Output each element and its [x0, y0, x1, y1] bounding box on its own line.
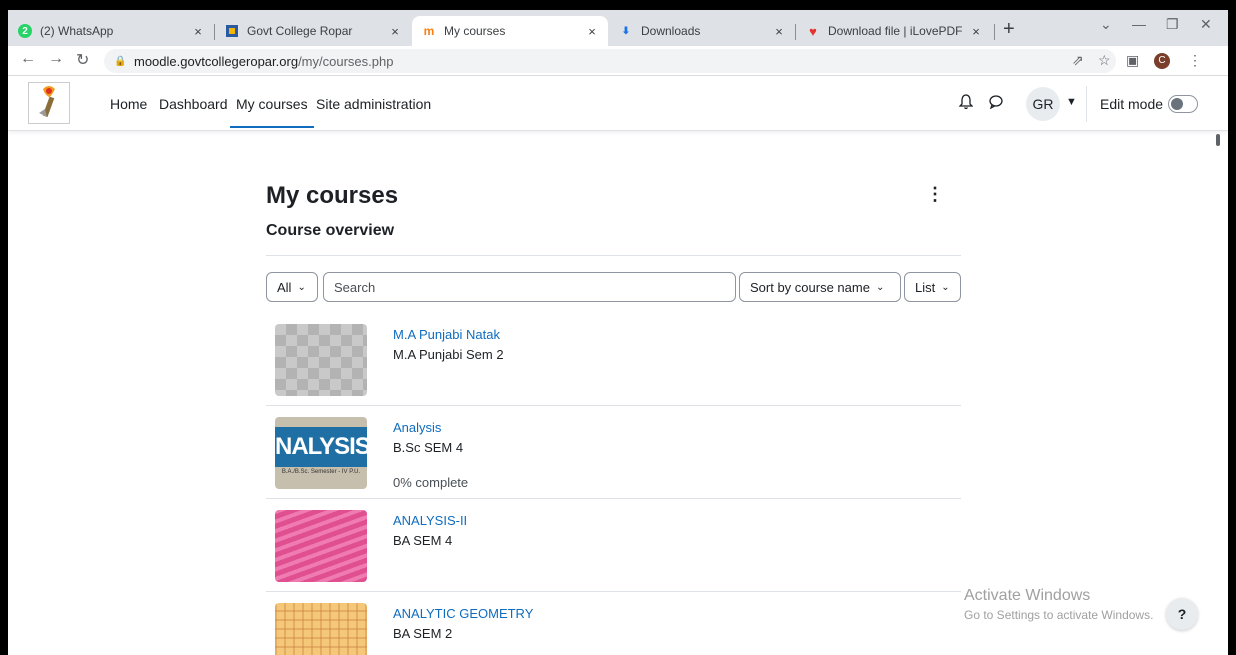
tab-my-courses[interactable]: m My courses × [412, 16, 608, 46]
course-list-item: ANALYSIS-II BA SEM 4 [266, 499, 961, 592]
nav-site-administration[interactable]: Site administration [316, 96, 431, 112]
close-tab-icon[interactable]: × [387, 24, 403, 39]
reload-icon[interactable]: ↻ [76, 50, 89, 70]
page-title: My courses [266, 182, 399, 209]
share-icon[interactable]: ⇗ [1072, 52, 1084, 69]
user-avatar[interactable]: GR [1026, 87, 1060, 121]
course-progress-text: 0% complete [393, 475, 469, 490]
tab-downloads[interactable]: ⬇ Downloads × [609, 16, 795, 46]
nav-dashboard[interactable]: Dashboard [159, 96, 228, 112]
browser-window: 2 (2) WhatsApp × Govt College Ropar × m … [8, 10, 1228, 655]
tab-separator [994, 24, 995, 40]
course-name-link[interactable]: M.A Punjabi Natak [393, 327, 500, 342]
course-list-item: NALYSIS- B.A./B.Sc. Semester - IV P.U. A… [266, 406, 961, 499]
course-image-text: NALYSIS- [275, 427, 367, 467]
close-tab-icon[interactable]: × [190, 24, 206, 39]
url-path: /my/courses.php [298, 53, 394, 69]
course-image-subtext: B.A./B.Sc. Semester - IV P.U. [281, 469, 361, 475]
site-logo[interactable] [28, 82, 70, 124]
profile-avatar[interactable]: C [1154, 53, 1170, 69]
back-arrow-icon[interactable]: ← [20, 50, 36, 68]
course-category: BA SEM 2 [393, 626, 453, 641]
edit-mode-label: Edit mode [1100, 96, 1164, 112]
tab-ilovepdf[interactable]: ♥ Download file | iLovePDF × [796, 16, 992, 46]
address-bar[interactable]: 🔒 moodle.govtcollegeropar.org /my/course… [104, 49, 1116, 73]
course-category: BA SEM 4 [393, 533, 453, 548]
course-image[interactable] [275, 510, 367, 582]
course-search-input[interactable] [323, 272, 736, 302]
lock-icon: 🔒 [114, 55, 127, 67]
activate-windows-title: Activate Windows [964, 587, 1091, 604]
url-host: moodle.govtcollegeropar.org [134, 53, 299, 69]
toggle-knob [1171, 98, 1183, 110]
tab-strip: 2 (2) WhatsApp × Govt College Ropar × m … [8, 10, 1228, 46]
page-scrollbar[interactable] [1216, 134, 1220, 146]
ilovepdf-heart-icon: ♥ [809, 23, 817, 39]
course-list-item: ANALYTIC GEOMETRY BA SEM 2 [266, 592, 961, 655]
bookmark-star-icon[interactable]: ☆ [1098, 52, 1111, 69]
whatsapp-icon: 2 [18, 24, 32, 38]
close-tab-icon[interactable]: × [968, 24, 984, 39]
messages-icon[interactable] [988, 94, 1004, 113]
tab-title: My courses [444, 24, 506, 38]
tab-title: (2) WhatsApp [40, 24, 114, 38]
grouping-filter-label: All [277, 279, 292, 295]
side-panel-icon[interactable]: ▣ [1126, 52, 1139, 69]
tab-title: Download file | iLovePDF [828, 24, 963, 38]
page-actions-kebab-icon[interactable]: ⋮ [926, 184, 944, 205]
tab-whatsapp[interactable]: 2 (2) WhatsApp × [8, 16, 214, 46]
chevron-down-icon[interactable]: ▼ [1066, 96, 1077, 108]
nav-divider [1086, 86, 1087, 122]
moodle-icon: m [423, 24, 435, 38]
divider [266, 255, 961, 256]
course-image[interactable]: NALYSIS- B.A./B.Sc. Semester - IV P.U. [275, 417, 367, 489]
new-tab-button[interactable]: + [1003, 18, 1015, 41]
help-button[interactable]: ? [1166, 598, 1198, 630]
grouping-filter-dropdown[interactable]: All ⌄ [266, 272, 318, 302]
college-logo-icon [225, 24, 239, 38]
close-tab-icon[interactable]: × [771, 24, 787, 39]
close-window-button[interactable]: ✕ [1200, 16, 1212, 33]
course-name-link[interactable]: ANALYTIC GEOMETRY [393, 606, 533, 621]
nav-home[interactable]: Home [110, 96, 147, 112]
sort-label: Sort by course name [750, 279, 870, 295]
tab-govt-college[interactable]: Govt College Ropar × [215, 16, 411, 46]
chevron-down-icon: ⌄ [941, 281, 950, 293]
course-list-item: M.A Punjabi Natak M.A Punjabi Sem 2 [266, 313, 961, 406]
section-title: Course overview [266, 222, 395, 239]
course-name-link[interactable]: Analysis [393, 420, 441, 435]
minimize-button[interactable]: — [1132, 16, 1146, 32]
course-category: B.Sc SEM 4 [393, 440, 464, 455]
view-dropdown[interactable]: List ⌄ [904, 272, 961, 302]
view-label: List [915, 279, 936, 295]
notification-bell-icon[interactable] [958, 94, 974, 114]
course-image[interactable] [275, 603, 367, 655]
restore-button[interactable]: ❐ [1166, 16, 1179, 33]
tab-title: Govt College Ropar [247, 24, 353, 38]
chevron-down-icon: ⌄ [297, 281, 306, 293]
browser-menu-icon[interactable]: ⋮ [1188, 52, 1202, 69]
edit-mode-toggle[interactable] [1168, 95, 1198, 113]
course-category: M.A Punjabi Sem 2 [393, 347, 504, 362]
tab-search-chevron-icon[interactable]: ⌄ [1100, 16, 1112, 33]
browser-toolbar: ← → ↻ 🔒 moodle.govtcollegeropar.org /my/… [8, 46, 1228, 76]
download-icon: ⬇ [621, 25, 631, 37]
course-image[interactable] [275, 324, 367, 396]
site-navbar: Home Dashboard My courses Site administr… [8, 77, 1228, 131]
tab-title: Downloads [641, 24, 701, 38]
sort-dropdown[interactable]: Sort by course name ⌄ [739, 272, 901, 302]
activate-windows-subtitle: Go to Settings to activate Windows. [964, 608, 1154, 622]
chevron-down-icon: ⌄ [875, 281, 885, 293]
forward-arrow-icon[interactable]: → [48, 50, 64, 68]
nav-my-courses[interactable]: My courses [230, 96, 314, 128]
close-tab-icon[interactable]: × [584, 24, 600, 39]
course-name-link[interactable]: ANALYSIS-II [393, 513, 467, 528]
